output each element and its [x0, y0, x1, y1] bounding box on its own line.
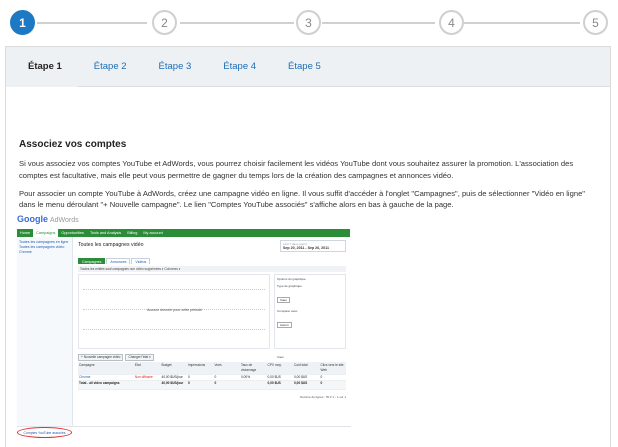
- adwords-wordmark: AdWords: [50, 217, 79, 224]
- chart-gridline: [83, 289, 265, 290]
- table-cell: 0: [320, 375, 323, 379]
- chart-empty-message: Aucune donnée pour cette période: [147, 308, 203, 312]
- instructions-paragraph: Pour associer un compte YouTube à AdWord…: [19, 188, 585, 210]
- step-5-circle[interactable]: 5: [583, 10, 608, 35]
- nav-account: My account: [143, 231, 163, 235]
- table-cell: 0: [214, 375, 217, 379]
- adwords-page-title: Toutes les campagnes vidéo: [78, 242, 144, 248]
- campaign-table: Campagne État Budget Impressions Vues Ta…: [78, 362, 346, 390]
- sidebar-item-chrome: Chrome: [19, 250, 32, 254]
- filter-bar: Toutes les entités sauf campagnes non vi…: [78, 266, 346, 272]
- step-4-circle[interactable]: 4: [439, 10, 464, 35]
- table-cell: 0: [187, 375, 190, 379]
- step-2-circle[interactable]: 2: [152, 10, 177, 35]
- table-cell: 0,00 $US: [267, 375, 281, 379]
- table-header: CPV moy.: [267, 363, 282, 367]
- nav-campaigns: Campaigns: [33, 229, 59, 237]
- step-3-circle[interactable]: 3: [296, 10, 321, 35]
- table-header: État: [134, 363, 141, 367]
- table-cell: [240, 381, 267, 389]
- step-connector: [37, 22, 147, 24]
- table-cell: 0,00%: [240, 375, 251, 379]
- table-cell: [134, 381, 161, 389]
- table-cell: Chrome: [79, 375, 91, 379]
- step-tabs: Étape 1 Étape 2 Étape 3 Étape 4 Étape 5: [6, 46, 610, 87]
- step-1-circle[interactable]: 1: [10, 10, 35, 35]
- highlight-ellipse: Comptes YouTube associés: [17, 427, 72, 438]
- table-header: Budget: [161, 363, 172, 367]
- table-cell: 0,00 $US: [267, 380, 281, 385]
- table-cell: 0: [187, 380, 190, 385]
- table-cell: 0: [214, 380, 217, 385]
- table-cell: 40,00 $US/jour: [161, 380, 184, 385]
- inner-tab-annonces: Annonces: [106, 258, 131, 264]
- table-header: Vues: [214, 363, 222, 367]
- progress-stepper: 1 2 3 4 5: [0, 0, 618, 46]
- chart-options-title: Options du graphique: [277, 277, 306, 281]
- table-cell: 0,00 $US: [294, 380, 308, 385]
- table-pager: Nombre de lignes : 50 ▾ 1 - 1 sur 1: [299, 395, 346, 399]
- adwords-main: Toutes les campagnes vidéo Last 7 days (…: [76, 237, 348, 427]
- performance-chart: Aucune donnée pour cette période: [78, 274, 270, 349]
- tab-etape-2[interactable]: Étape 2: [78, 47, 143, 87]
- step-heading: Associez vos comptes: [19, 139, 127, 150]
- adwords-sidebar: Toutes les campagnes en ligne Toutes les…: [17, 237, 73, 427]
- nav-billing: Billing: [127, 231, 138, 235]
- table-total-row: Total - all video campaigns 40,00 $US/jo…: [78, 380, 346, 390]
- table-cell: 40,00 $US/jour: [161, 375, 183, 379]
- inner-tab-campagnes: Campagnes: [78, 258, 106, 264]
- table-header: Taux de visionnage: [240, 363, 257, 372]
- step-connector: [464, 22, 580, 24]
- tab-etape-1[interactable]: Étape 1: [6, 46, 78, 87]
- views-legend: Vues: [277, 355, 284, 359]
- table-cell: 0: [320, 380, 323, 385]
- adwords-inner-tabs: Campagnes Annonces Vidéos: [78, 258, 151, 264]
- table-header: Clics vers le site Web: [320, 363, 344, 372]
- chart-options: Options du graphique Type de graphique V…: [274, 274, 346, 359]
- chart-type-label: Type de graphique: [277, 284, 302, 288]
- date-range-selector: Last 7 days (gem) Sep 20, 2011 - Sep 26,…: [280, 240, 346, 252]
- table-header-row: Campagne État Budget Impressions Vues Ta…: [78, 362, 346, 375]
- table-cell: Total - all video campaigns: [79, 380, 120, 385]
- step-connector: [180, 22, 294, 24]
- table-header: Campagne: [79, 363, 95, 367]
- linked-youtube-accounts-link: Comptes YouTube associés: [23, 430, 66, 435]
- adwords-screenshot: Google AdWords Home Campaigns Opportuniti…: [17, 214, 351, 440]
- google-wordmark: Google: [17, 214, 48, 224]
- table-cell: 0,00 $US: [294, 375, 308, 379]
- nav-tools: Tools and Analysis: [89, 231, 122, 235]
- adwords-logo: Google AdWords: [17, 214, 79, 224]
- inner-tab-videos: Vidéos: [131, 258, 151, 264]
- step-content: Associez vos comptes Si vous associez vo…: [6, 87, 596, 211]
- change-state-button: Changer l'état ▾: [125, 354, 154, 361]
- table-header: Impressions: [187, 363, 206, 367]
- compare-select: Aucun: [277, 322, 292, 328]
- compare-label: Comparer avec: [277, 309, 298, 313]
- table-cell: Non diffusée: [134, 375, 153, 379]
- table-header: Coût total: [294, 363, 308, 367]
- adwords-top-nav: Home Campaigns Opportunities Tools and A…: [17, 229, 350, 237]
- table-toolbar: + Nouvelle campagne vidéo Changer l'état…: [78, 354, 156, 361]
- step-connector: [322, 22, 435, 24]
- chart-type-select: Vues: [277, 297, 290, 303]
- new-video-campaign-button: + Nouvelle campagne vidéo: [78, 354, 124, 361]
- tab-etape-3[interactable]: Étape 3: [143, 47, 208, 87]
- date-range-value: Sep 20, 2011 - Sep 26, 2011: [283, 246, 329, 250]
- tab-etape-5[interactable]: Étape 5: [272, 47, 337, 87]
- tab-etape-4[interactable]: Étape 4: [207, 47, 272, 87]
- chart-gridline: [83, 329, 265, 330]
- nav-opportunities: Opportunities: [61, 231, 84, 235]
- intro-paragraph: Si vous associez vos comptes YouTube et …: [19, 159, 574, 180]
- nav-home: Home: [20, 231, 31, 235]
